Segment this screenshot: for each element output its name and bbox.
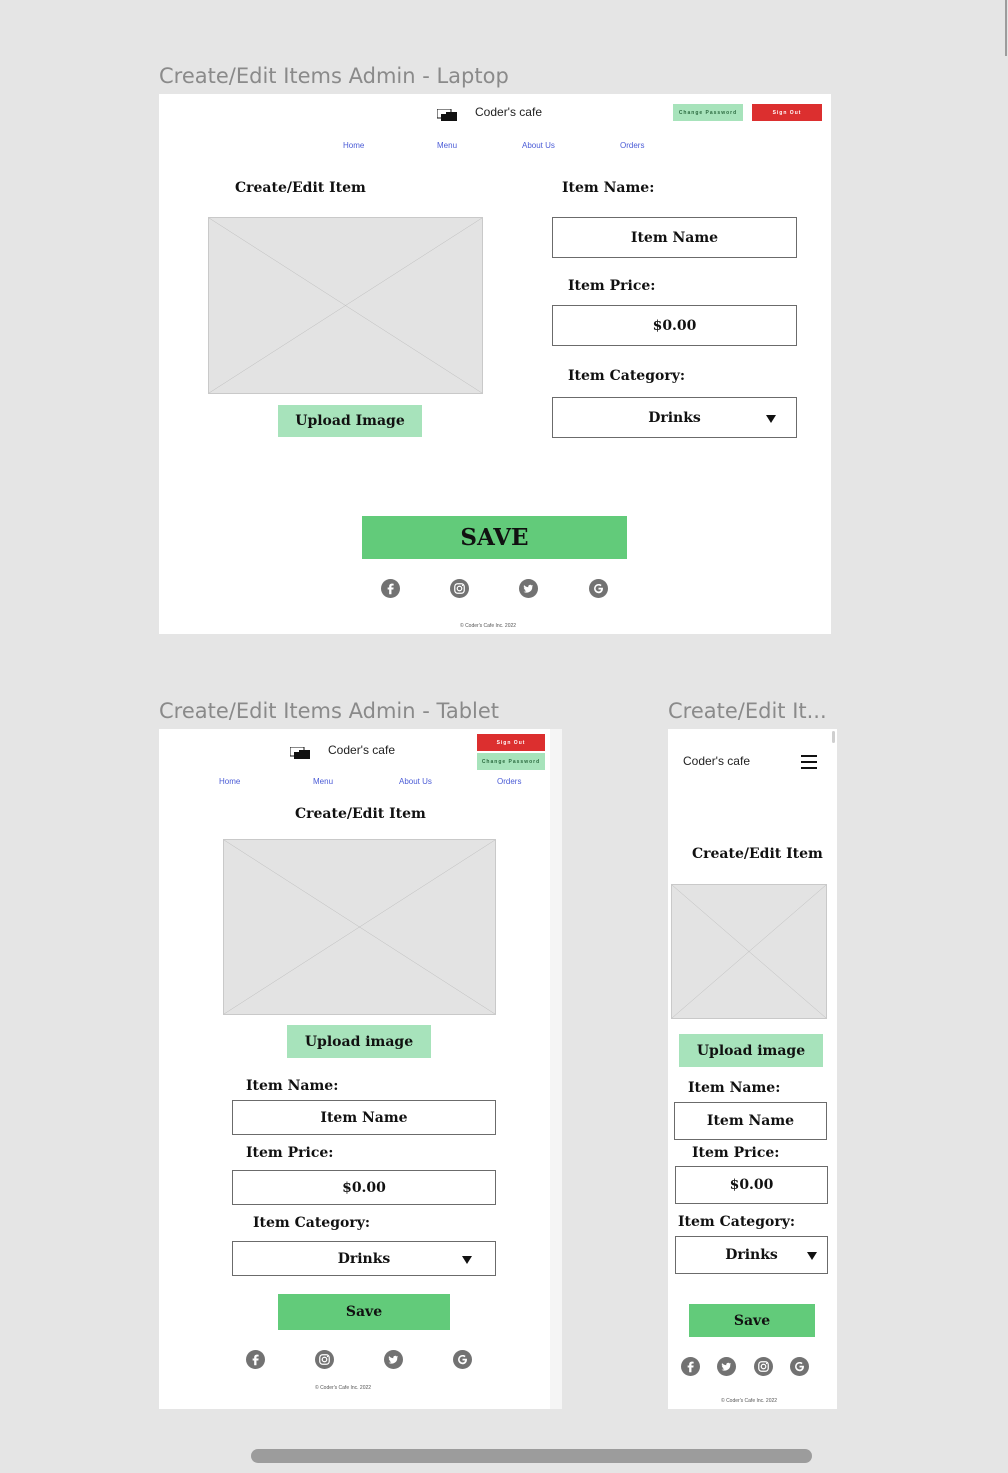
save-label: SAVE (460, 524, 529, 551)
nav-home-link[interactable]: Home (219, 777, 240, 786)
item-price-label: Item Price: (568, 278, 656, 294)
item-price-value: $0.00 (342, 1179, 386, 1196)
canvas-horizontal-scrollbar[interactable] (251, 1449, 812, 1463)
item-category-value: Drinks (337, 1250, 391, 1267)
upload-image-button[interactable]: Upload image (679, 1034, 823, 1067)
save-label: Save (345, 1304, 383, 1320)
brand-name: Coder's cafe (475, 105, 542, 119)
upload-image-label: Upload image (696, 1042, 806, 1059)
upload-image-label: Upload image (304, 1033, 414, 1050)
item-name-input[interactable]: Item Name (232, 1100, 496, 1135)
google-icon[interactable] (790, 1357, 809, 1376)
brand-name: Coder's cafe (328, 743, 395, 757)
upload-image-button[interactable]: Upload Image (278, 405, 422, 437)
hamburger-menu-icon[interactable] (801, 754, 817, 769)
item-category-select[interactable]: Drinks (232, 1241, 496, 1276)
copyright-text: © Coder's Cafe Inc. 2022 (315, 1385, 372, 1391)
item-name-value: Item Name (630, 229, 719, 246)
nav-about-link[interactable]: About Us (522, 141, 555, 150)
upload-image-button[interactable]: Upload image (287, 1025, 431, 1058)
cafe-logo-icon (289, 744, 312, 759)
page-title: Create/Edit Item (692, 846, 823, 862)
upload-image-label: Upload Image (295, 413, 405, 429)
dropdown-arrow-icon (462, 1256, 472, 1264)
sign-out-button[interactable]: Sign Out (752, 104, 822, 121)
copyright-text: © Coder's Cafe Inc. 2022 (721, 1398, 778, 1404)
item-name-label: Item Name: (688, 1080, 781, 1096)
instagram-icon[interactable] (450, 579, 469, 598)
mobile-scrollbar[interactable] (832, 731, 835, 743)
item-category-value: Drinks (725, 1247, 778, 1263)
laptop-frame: Coder's cafe Change Password Sign Out Ho… (159, 94, 831, 634)
item-price-label: Item Price: (246, 1145, 334, 1161)
nav-orders-link[interactable]: Orders (620, 141, 644, 150)
item-price-input[interactable]: $0.00 (675, 1166, 828, 1204)
page-title: Create/Edit Item (235, 180, 366, 196)
change-password-button[interactable]: Change Password (673, 104, 743, 121)
instagram-icon[interactable] (315, 1350, 334, 1369)
canvas-vertical-scrollbar[interactable] (1005, 0, 1007, 56)
item-name-label: Item Name: (562, 180, 655, 196)
item-category-select[interactable]: Drinks (552, 397, 797, 438)
copyright-text: © Coder's Cafe Inc. 2022 (460, 623, 517, 629)
facebook-icon[interactable] (381, 579, 400, 598)
item-price-value: $0.00 (729, 1177, 774, 1193)
mobile-frame-label: Create/Edit It... (668, 699, 827, 723)
instagram-icon[interactable] (754, 1357, 773, 1376)
item-price-input[interactable]: $0.00 (552, 305, 797, 346)
tablet-scroll-track[interactable] (550, 729, 562, 1409)
nav-menu-link[interactable]: Menu (437, 141, 457, 150)
nav-about-link[interactable]: About Us (399, 777, 432, 786)
brand-name: Coder's cafe (683, 754, 750, 768)
image-placeholder (671, 884, 827, 1019)
nav-orders-link[interactable]: Orders (497, 777, 521, 786)
item-category-label: Item Category: (253, 1215, 371, 1231)
facebook-icon[interactable] (681, 1357, 700, 1376)
save-button[interactable]: Save (278, 1294, 450, 1330)
item-price-label: Item Price: (692, 1145, 780, 1161)
nav-home-link[interactable]: Home (343, 141, 364, 150)
change-password-button[interactable]: Change Password (477, 753, 545, 770)
save-label: Save (733, 1312, 771, 1329)
item-name-value: Item Name (320, 1109, 408, 1126)
image-placeholder (208, 217, 483, 394)
item-name-value: Item Name (706, 1113, 795, 1129)
tablet-frame: Coder's cafe Sign Out Change Password Ho… (159, 729, 562, 1409)
laptop-frame-label: Create/Edit Items Admin - Laptop (159, 64, 509, 88)
save-button[interactable]: SAVE (362, 516, 627, 559)
dropdown-arrow-icon (766, 415, 776, 423)
dropdown-arrow-icon (807, 1252, 817, 1260)
page-title: Create/Edit Item (295, 806, 426, 822)
item-price-input[interactable]: $0.00 (232, 1170, 496, 1205)
item-name-input[interactable]: Item Name (552, 217, 797, 258)
mobile-frame: Coder's cafe Create/Edit Item Upload ima… (668, 729, 837, 1409)
item-category-label: Item Category: (568, 368, 686, 384)
nav-menu-link[interactable]: Menu (313, 777, 333, 786)
item-category-value: Drinks (648, 409, 701, 426)
item-category-label: Item Category: (678, 1214, 796, 1230)
twitter-icon[interactable] (717, 1357, 736, 1376)
item-category-select[interactable]: Drinks (675, 1236, 828, 1274)
twitter-icon[interactable] (519, 579, 538, 598)
item-name-input[interactable]: Item Name (674, 1102, 827, 1140)
sign-out-button[interactable]: Sign Out (477, 734, 545, 751)
twitter-icon[interactable] (384, 1350, 403, 1369)
item-price-value: $0.00 (652, 317, 697, 334)
item-name-label: Item Name: (246, 1078, 339, 1094)
cafe-logo-icon (436, 106, 459, 121)
google-icon[interactable] (453, 1350, 472, 1369)
tablet-frame-label: Create/Edit Items Admin - Tablet (159, 699, 500, 723)
facebook-icon[interactable] (246, 1350, 265, 1369)
image-placeholder (223, 839, 496, 1015)
save-button[interactable]: Save (689, 1304, 815, 1337)
google-icon[interactable] (589, 579, 608, 598)
